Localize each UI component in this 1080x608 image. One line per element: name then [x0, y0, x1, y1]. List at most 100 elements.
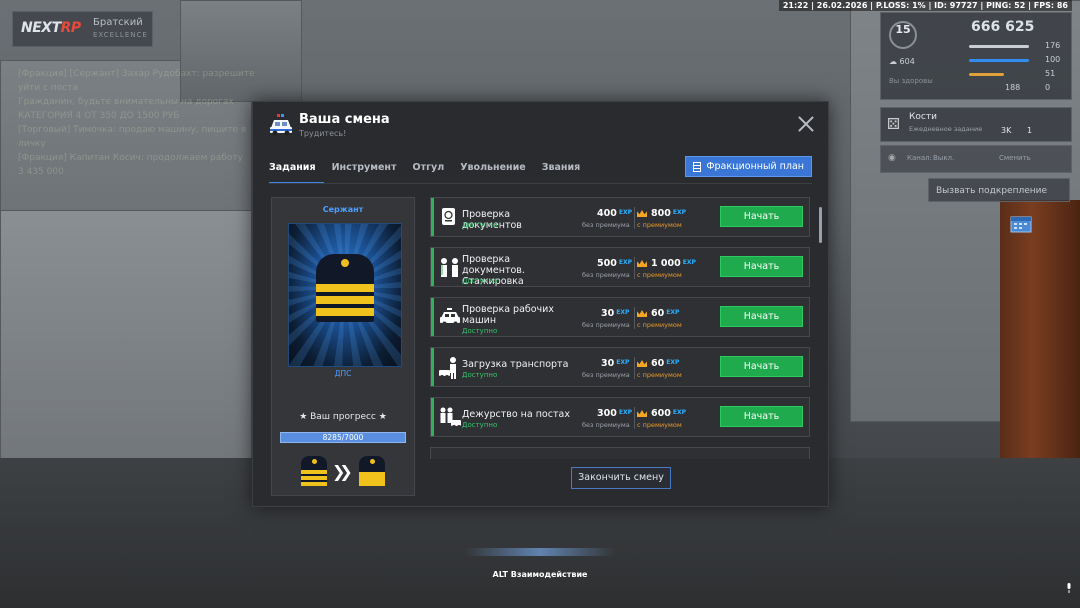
microphone-icon	[1064, 578, 1074, 593]
rank-insignia-image	[288, 223, 402, 367]
exp-base: 300 EXP	[597, 408, 632, 419]
faction-plan-button[interactable]: Фракционный план	[685, 156, 812, 177]
interaction-glow	[465, 548, 615, 556]
insignia-button	[312, 459, 317, 464]
call-backup-button[interactable]: Вызвать подкрепление	[928, 178, 1070, 202]
interaction-hint: ALT Взаимодействие	[492, 570, 588, 579]
task-status: Доступно	[462, 327, 498, 335]
wooden-door	[1000, 200, 1080, 470]
close-button[interactable]	[798, 116, 814, 132]
insignia-button	[341, 259, 349, 267]
stripe	[316, 308, 374, 316]
hunger-value: 176	[1045, 41, 1061, 50]
health-value: 100	[1045, 55, 1061, 64]
end-shift-button[interactable]: Закончить смену	[571, 467, 671, 489]
start-task-button[interactable]: Начать	[720, 306, 803, 327]
exp-premium-label: с премиумом	[637, 371, 682, 379]
stripe	[301, 476, 327, 480]
exp-base-label: без премиума	[582, 421, 630, 429]
voice-icon: ◉	[888, 153, 896, 163]
stat-value: 0	[1045, 83, 1051, 92]
task-row: Дежурство на постах Доступно 300 EXP без …	[430, 397, 810, 437]
shift-modal: Ваша смена Трудитесь! Задания Инструмент…	[252, 101, 829, 507]
stripe	[316, 296, 374, 304]
stripe	[301, 482, 327, 486]
status-line: 21:22 | 26.02.2026 | P.LOSS: 1% | ID: 97…	[778, 0, 1072, 11]
rank-progress-bar: 8285/7000	[280, 432, 406, 443]
police-car-icon	[438, 306, 462, 330]
start-task-button[interactable]: Начать	[720, 206, 803, 227]
next-rank-arrow-icon: ❯❯	[332, 462, 353, 481]
divider	[634, 257, 635, 279]
tab-bar: Задания Инструмент Отгул Увольнение Зван…	[269, 160, 588, 184]
task-accent	[431, 398, 434, 436]
exp-premium: 60 EXP	[651, 358, 680, 369]
daily-quest[interactable]: ⚄ Кости Ежедневное задание 3K 1	[880, 107, 1072, 142]
chat-line: Гражданин, будьте внимательны на дорогах	[18, 97, 234, 107]
channel-label: Канал:	[907, 154, 932, 162]
task-row-partial	[430, 447, 810, 459]
exp-base-label: без премиума	[582, 271, 630, 279]
chat-line: [Фракция] [Сержант] Захар Рудобахт: разр…	[18, 69, 255, 93]
task-list-scrollbar[interactable]	[819, 207, 822, 243]
dice-icon: ⚄	[887, 115, 901, 133]
document-icon	[693, 161, 702, 172]
level-badge: 15	[889, 21, 917, 49]
exp-premium: 800 EXP	[651, 208, 686, 219]
tab-ranks[interactable]: Звания	[534, 160, 589, 182]
wide-stripe	[359, 472, 385, 486]
modal-subtitle: Трудитесь!	[299, 129, 347, 138]
patrol-icon	[438, 406, 462, 430]
exp-base: 30 EXP	[601, 358, 630, 369]
quest-value: 3K	[1001, 126, 1012, 135]
police-car-icon	[269, 114, 293, 136]
chat-line: 3 435 000	[18, 167, 64, 177]
task-row: Проверка рабочих машин Доступно 30 EXP бе…	[430, 297, 810, 337]
exp-premium-label: с премиумом	[637, 321, 682, 329]
task-name: Загрузка транспорта	[462, 359, 569, 370]
modal-header: Ваша смена Трудитесь!	[253, 102, 828, 148]
crown-icon	[637, 260, 647, 267]
tab-day-off[interactable]: Отгул	[405, 160, 453, 182]
health-status: Вы здоровы	[889, 77, 933, 85]
start-task-button[interactable]: Начать	[720, 356, 803, 377]
task-name: Дежурство на постах	[462, 409, 570, 420]
task-accent	[431, 298, 434, 336]
exp-premium: 60 EXP	[651, 308, 680, 319]
exp-premium: 1 000 EXP	[651, 258, 696, 269]
exp-premium-label: с премиумом	[637, 221, 682, 229]
shoulder-board-icon	[316, 254, 374, 322]
tab-tools[interactable]: Инструмент	[324, 160, 405, 182]
faction-plan-label: Фракционный план	[706, 161, 804, 172]
divider	[634, 357, 635, 379]
exp-premium-label: с премиумом	[637, 421, 682, 429]
channel-value: Выкл.	[933, 154, 955, 162]
stripe	[301, 470, 327, 474]
crown-icon	[637, 360, 647, 367]
calendar-icon[interactable]	[1010, 215, 1038, 237]
rank-department: ДПС	[334, 369, 352, 378]
tab-dismissal[interactable]: Увольнение	[452, 160, 534, 182]
chat-log: [Фракция] [Сержант] Захар Рудобахт: разр…	[18, 67, 268, 179]
crown-icon	[637, 210, 647, 217]
bank-value: ☁ 604	[889, 57, 915, 66]
insignia-button	[370, 459, 375, 464]
start-task-button[interactable]: Начать	[720, 406, 803, 427]
modal-title: Ваша смена	[299, 112, 390, 127]
tab-divider	[269, 183, 812, 184]
thirst-value: 188	[1005, 83, 1021, 92]
voice-channel[interactable]: ◉ Канал: Выкл. Сменить	[880, 145, 1072, 173]
tab-tasks[interactable]: Задания	[269, 160, 324, 184]
task-list: Проверка документов Доступно 400 EXP без …	[430, 197, 814, 459]
divider	[634, 307, 635, 329]
armor-value: 51	[1045, 69, 1056, 78]
start-task-button[interactable]: Начать	[720, 256, 803, 277]
current-rank-icon	[301, 456, 327, 486]
task-status: Доступно	[462, 221, 498, 229]
armor-bar	[969, 73, 1004, 76]
chat-line: [Фракция] Капитан Косич: продолжаем рабо…	[18, 153, 243, 163]
divider	[634, 207, 635, 229]
task-row: Проверка документов Доступно 400 EXP без …	[430, 197, 810, 237]
officers-icon	[438, 256, 462, 280]
player-stats-panel: 15 666 625 ☁ 604 Вы здоровы 176 100 51 1…	[880, 12, 1072, 100]
